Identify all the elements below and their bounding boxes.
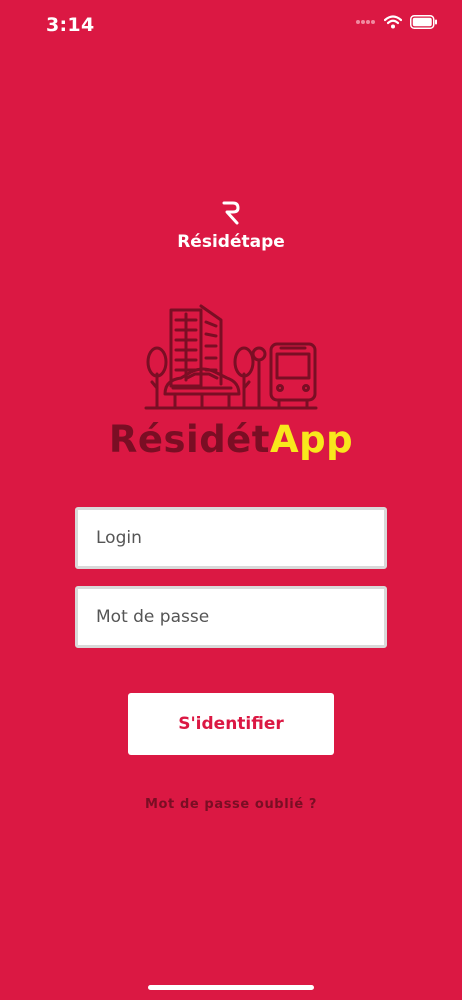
status-icons: [356, 15, 438, 29]
app-title-part2: App: [269, 418, 354, 461]
app-title-part1: Résidét: [108, 418, 270, 461]
home-indicator[interactable]: [148, 985, 314, 990]
login-button[interactable]: S'identifier: [128, 693, 334, 755]
password-input[interactable]: [75, 586, 387, 648]
signal-icon: [356, 20, 375, 24]
login-input[interactable]: [75, 507, 387, 569]
residetape-logo-icon: [222, 201, 240, 225]
status-bar: 3:14: [0, 0, 462, 50]
battery-icon: [410, 15, 437, 29]
city-illustration: [144, 304, 318, 410]
wifi-icon: [384, 15, 402, 29]
app-title: RésidétApp: [0, 418, 462, 461]
brand-header: Résidétape: [0, 200, 462, 252]
status-time: 3:14: [46, 14, 95, 36]
brand-name: Résidétape: [177, 232, 285, 252]
forgot-password-link[interactable]: Mot de passe oublié ?: [0, 797, 462, 812]
